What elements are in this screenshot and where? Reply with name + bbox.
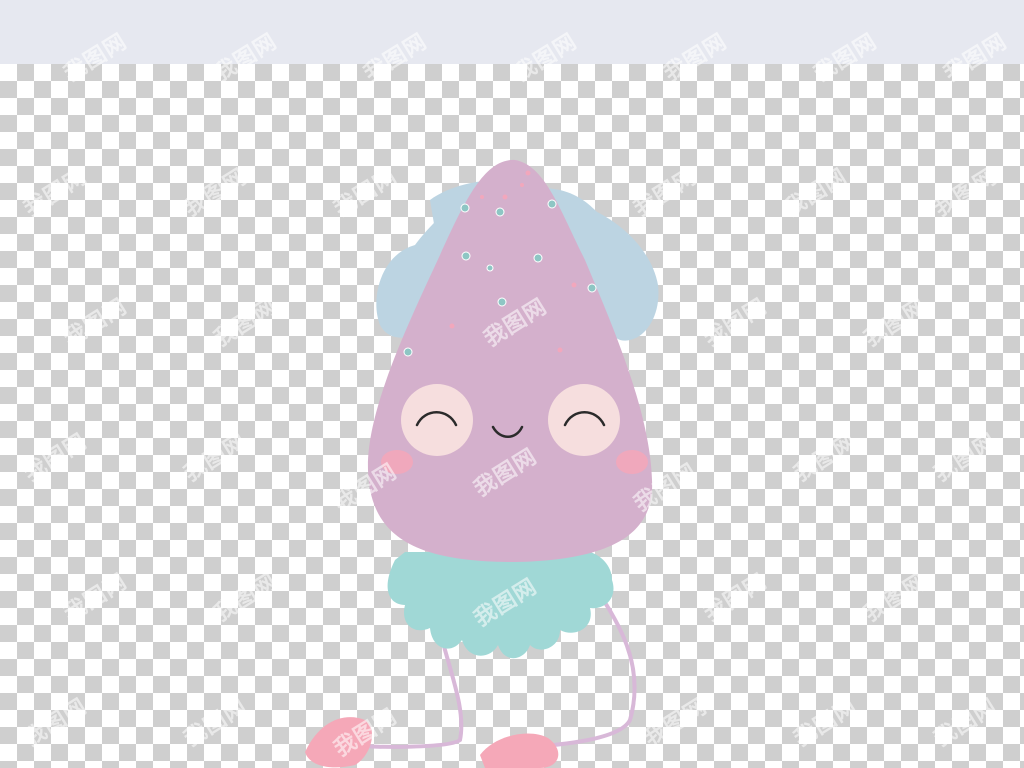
- left-foot: [305, 717, 373, 768]
- right-blush: [616, 450, 648, 474]
- tentacle-skirt: [387, 552, 614, 659]
- right-foot: [480, 733, 559, 768]
- squid-illustration: [305, 159, 659, 768]
- left-blush: [381, 450, 413, 474]
- left-cheek: [401, 384, 473, 456]
- right-cheek: [548, 384, 620, 456]
